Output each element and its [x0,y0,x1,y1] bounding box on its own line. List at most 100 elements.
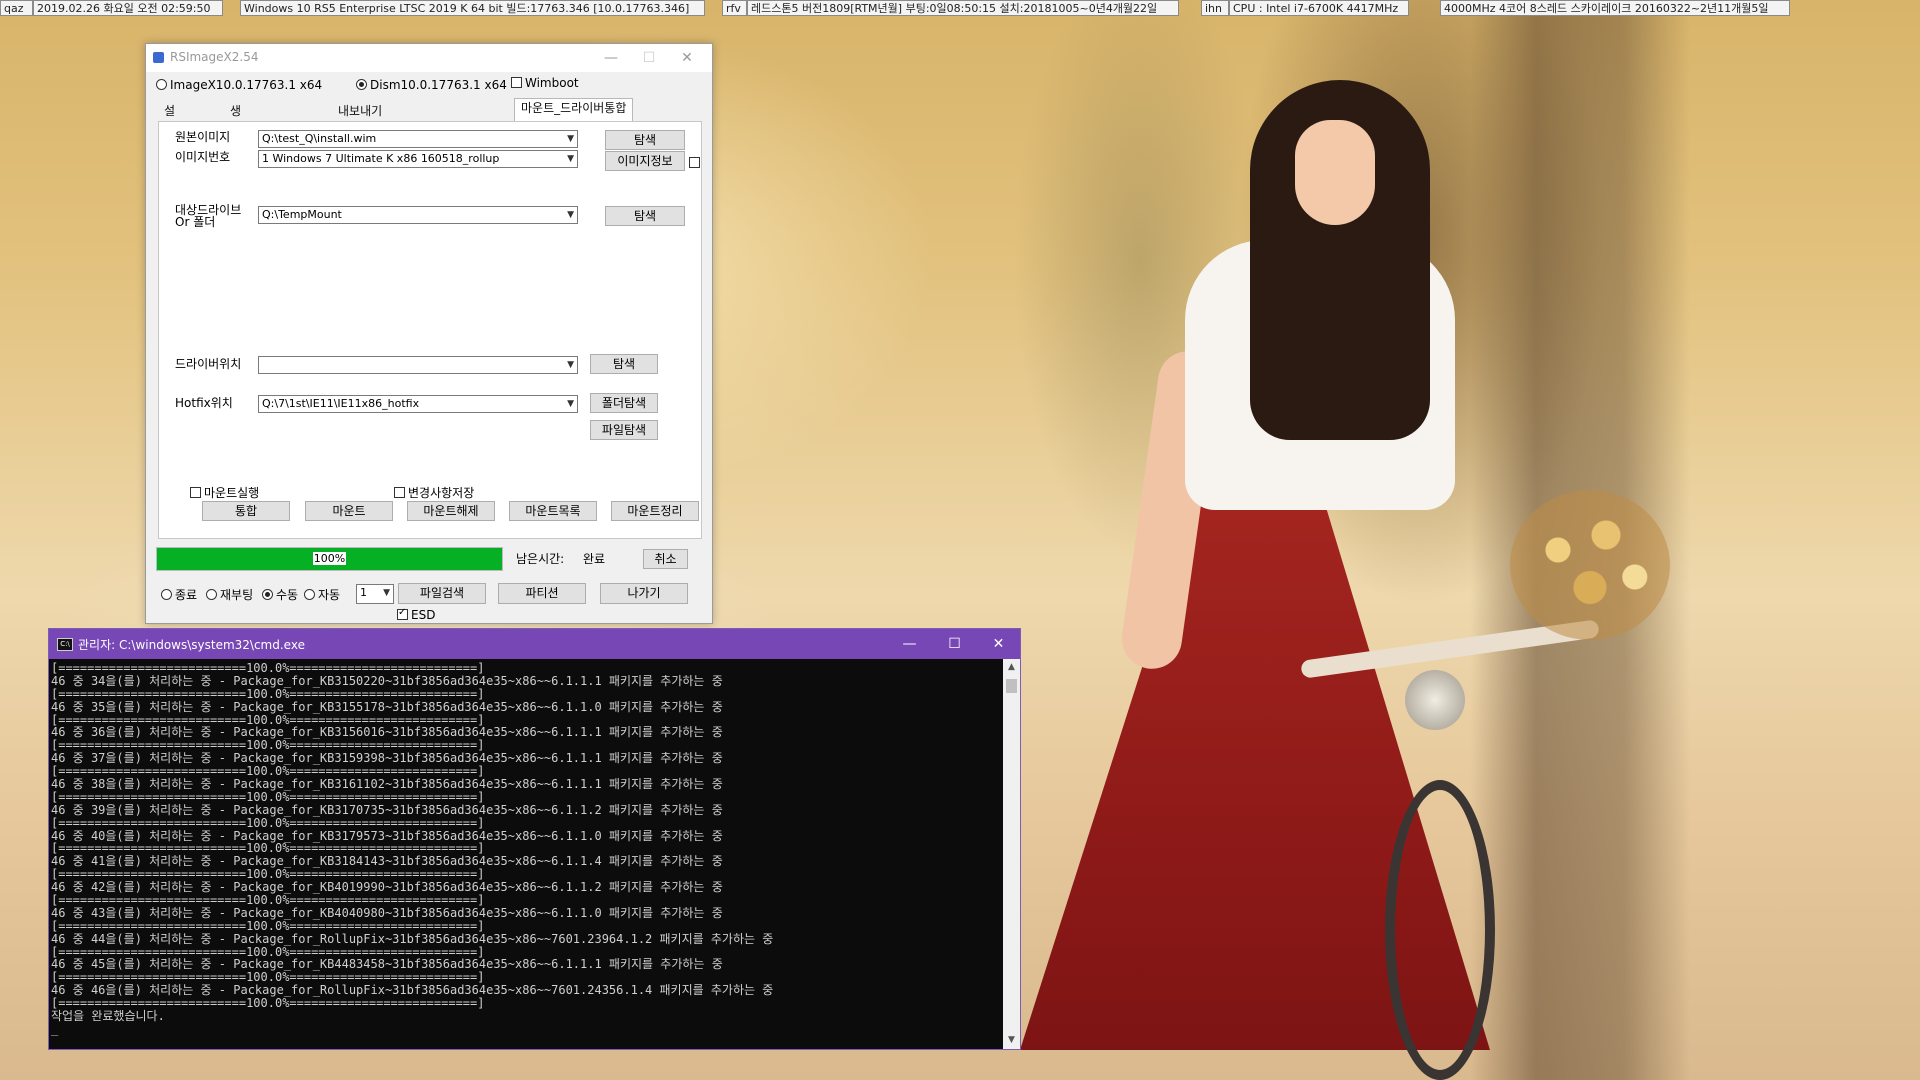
chevron-down-icon: ▼ [567,360,574,370]
driver-label: 드라이버위치 [175,357,242,371]
remaining-label: 남은시간: [516,552,565,566]
mount-run-checkbox[interactable]: 마운트실행 [190,484,259,501]
cmd-output-line: 46 중 34을(를) 처리하는 중 - Package_for_KB31502… [51,673,723,688]
close-button[interactable]: ✕ [668,44,706,72]
radio-indicator [356,79,367,90]
driver-combo[interactable]: ▼ [258,356,578,374]
imagex-radio[interactable]: ImageX10.0.17763.1 x64 [156,77,322,92]
chevron-down-icon: ▼ [567,134,574,144]
minimize-button[interactable]: — [592,44,630,72]
integrate-button[interactable]: 통합 [202,501,290,521]
driver-browse-button[interactable]: 탐색 [590,354,658,374]
info-build: 레드스톤5 버전1809[RTM년월] 부팅:0일08:50:15 설치:201… [747,0,1179,16]
tab-mount-driver[interactable]: 마운트_드라이버통합 [514,98,634,121]
mount-driver-tab-page: 원본이미지 Q:\test_Q\install.wim ▼ 탐색 이미지번호 1 … [158,121,702,539]
radio-label: 종료 [175,588,198,602]
radio-indicator [304,589,315,600]
cmd-scrollbar[interactable]: ▲ ▼ [1003,659,1020,1049]
after-shutdown-radio[interactable]: 종료 [161,586,197,603]
maximize-button[interactable]: ☐ [630,44,668,72]
unmount-button[interactable]: 마운트해제 [407,501,495,521]
background-shirt [1185,240,1455,510]
exit-button[interactable]: 나가기 [600,583,688,604]
cmd-output-line: [==========================100.0%=======… [51,815,485,830]
tab-install-restore[interactable]: 설치_복원 [158,102,181,194]
cmd-output[interactable]: [==========================100.0%=======… [49,659,1003,1049]
hotfix-combo[interactable]: Q:\7\1st\IE11\IE11x86_hotfix ▼ [258,395,578,413]
background-bicycle [1300,619,1600,679]
cmd-titlebar[interactable]: C:\ 관리자: C:\windows\system32\cmd.exe — ☐… [49,629,1020,659]
combo-value: Q:\test_Q\install.wim [262,132,377,145]
after-auto-radio[interactable]: 자동 [304,586,340,603]
combo-value: 1 Windows 7 Ultimate K x86 160518_rollup [262,152,500,165]
checkbox-indicator [511,77,522,88]
info-cell: ihn [1201,0,1229,16]
cmd-output-line: [==========================100.0%=======… [51,661,485,675]
radio-indicator [156,79,167,90]
cmd-close-button[interactable]: ✕ [976,629,1021,659]
checkbox-label: 변경사항저장 [408,486,475,500]
image-info-button[interactable]: 이미지정보 [605,151,685,171]
cancel-button[interactable]: 취소 [643,549,688,569]
scroll-thumb[interactable] [1006,679,1017,693]
background-hair [1250,80,1430,440]
source-browse-button[interactable]: 탐색 [605,130,685,150]
hotfix-folder-browse-button[interactable]: 폴더탐색 [590,393,658,413]
image-info-checkbox[interactable] [689,157,700,168]
tab-export-info[interactable]: 내보내기(esd<=>wim)_정보수정 [332,102,436,156]
dism-radio[interactable]: Dism10.0.17763.1 x64 [356,77,507,92]
after-reboot-radio[interactable]: 재부팅 [206,586,253,603]
save-changes-checkbox[interactable]: 변경사항저장 [394,484,474,501]
file-search-button[interactable]: 파일검색 [398,583,486,604]
background-arm [1118,347,1222,673]
tab-create-append[interactable]: 생성_이미지추가 [224,102,247,251]
source-image-combo[interactable]: Q:\test_Q\install.wim ▼ [258,130,578,148]
cmd-output-line: [==========================100.0%=======… [51,686,485,701]
image-index-combo[interactable]: 1 Windows 7 Ultimate K x86 160518_rollup… [258,150,578,168]
radio-label: ImageX10.0.17763.1 x64 [170,77,323,92]
cmd-cursor: _ [51,1021,59,1036]
wimboot-checkbox[interactable]: Wimboot [511,75,579,90]
background-face [1295,120,1375,225]
rsimagex-window: RSImageX2.54 — ☐ ✕ ImageX10.0.17763.1 x6… [145,43,713,624]
esd-checkbox[interactable]: ESD [397,607,435,622]
mount-button[interactable]: 마운트 [305,501,393,521]
combo-value: Q:\TempMount [262,208,342,221]
progress-bar: 100% [156,547,503,571]
window-title: RSImageX2.54 [170,50,259,64]
hotfix-file-browse-button[interactable]: 파일탐색 [590,420,658,440]
scroll-down-icon[interactable]: ▼ [1003,1032,1020,1049]
target-combo[interactable]: Q:\TempMount ▼ [258,206,578,224]
checkbox-indicator [394,487,405,498]
rsimagex-titlebar[interactable]: RSImageX2.54 — ☐ ✕ [146,44,712,72]
image-index-label: 이미지번호 [175,150,231,164]
radio-label: 자동 [318,588,341,602]
chevron-down-icon: ▼ [567,210,574,220]
hotfix-label: Hotfix위치 [175,396,233,410]
radio-label: 재부팅 [220,588,254,602]
combo-value: 1 [360,586,367,599]
info-cpu: CPU : Intel i7-6700K 4417MHz [1229,0,1409,16]
app-icon [153,52,164,63]
after-manual-radio[interactable]: 수동 [262,586,298,603]
chevron-down-icon: ▼ [567,154,574,164]
cmd-output-line: [==========================100.0%=======… [51,996,485,1011]
target-browse-button[interactable]: 탐색 [605,206,685,226]
cmd-maximize-button[interactable]: ☐ [932,629,977,659]
mount-list-button[interactable]: 마운트목록 [509,501,597,521]
info-cell: qaz [0,0,33,16]
info-os: Windows 10 RS5 Enterprise LTSC 2019 K 64… [240,0,705,16]
radio-indicator [161,589,172,600]
radio-label: 수동 [276,588,299,602]
cmd-output-line: [==========================100.0%=======… [51,789,485,804]
cmd-minimize-button[interactable]: — [887,629,932,659]
cmd-output-line: 46 중 44을(를) 처리하는 중 - Package_for_RollupF… [51,931,774,946]
scroll-up-icon[interactable]: ▲ [1003,659,1020,676]
background-tree [1470,0,1690,1080]
checkbox-indicator [190,487,201,498]
partition-button[interactable]: 파티션 [498,583,586,604]
count-select[interactable]: 1 ▼ [356,584,394,604]
progress-text: 100% [312,552,347,565]
source-image-label: 원본이미지 [175,130,231,144]
mount-cleanup-button[interactable]: 마운트정리 [611,501,699,521]
